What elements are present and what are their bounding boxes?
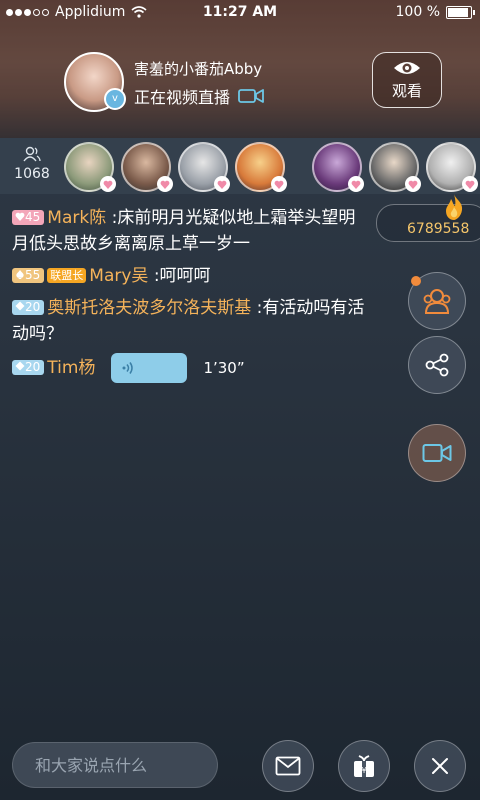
status-bar: Applidium 11:27 AM 100 % — [0, 0, 480, 26]
video-camera-icon — [422, 444, 452, 462]
viewer-avatar[interactable] — [312, 142, 364, 192]
verified-badge-icon: v — [104, 88, 126, 110]
watch-button[interactable]: 观看 — [372, 52, 442, 108]
close-button[interactable] — [414, 740, 466, 792]
chat-input[interactable]: 和大家说点什么 — [12, 742, 218, 788]
battery-icon — [446, 5, 475, 19]
live-status: 正在视频直播 — [134, 84, 264, 108]
heart-icon — [271, 176, 287, 192]
viewer-avatars — [62, 142, 480, 192]
chat-message: 45 Mark陈 :床前明月光疑似地上霜举头望明月低头思故乡离离原上草一岁一 — [12, 205, 372, 257]
video-call-button[interactable] — [408, 424, 466, 482]
viewer-avatar[interactable] — [64, 142, 116, 192]
envelope-icon — [275, 756, 301, 776]
level-number: 45 — [25, 210, 41, 224]
chat-message: 55 联盟长 Mary吴 :呵呵呵 — [12, 263, 372, 289]
level-badge: 20 — [12, 300, 45, 315]
chat-username[interactable]: Mary吴 — [89, 266, 148, 286]
level-badge: 45 — [12, 210, 45, 225]
level-number: 55 — [25, 268, 41, 282]
sound-wave-icon — [122, 362, 134, 374]
level-badge: 20 — [12, 360, 45, 375]
viewer-avatar[interactable] — [235, 142, 287, 192]
level-badge: 55 — [12, 268, 45, 283]
host-name: 害羞的小番茄Abby — [134, 60, 263, 78]
level-number: 20 — [25, 360, 41, 374]
chat-username[interactable]: 奥斯托洛夫波多尔洛夫斯基 — [47, 298, 251, 318]
svg-text:¥: ¥ — [361, 766, 366, 775]
viewer-count[interactable]: 1068 — [10, 146, 54, 182]
share-button[interactable] — [408, 336, 466, 394]
heart-icon — [462, 176, 478, 192]
voice-play-button[interactable] — [111, 353, 188, 383]
viewer-avatar[interactable] — [121, 142, 173, 192]
battery-group: 100 % — [395, 4, 475, 20]
voice-duration: 1’30” — [203, 359, 245, 377]
level-number: 20 — [25, 300, 41, 314]
heart-icon — [100, 176, 116, 192]
battery-label: 100 % — [395, 4, 440, 20]
heart-icon — [15, 212, 25, 221]
chat-username[interactable]: Tim杨 — [47, 358, 95, 378]
chat-message: 20 奥斯托洛夫波多尔洛夫斯基 :有活动吗有活动吗？ — [12, 295, 372, 347]
chat-username[interactable]: Mark陈 — [47, 208, 106, 228]
close-icon — [432, 758, 448, 774]
viewer-avatar[interactable] — [426, 142, 478, 192]
viewer-avatar[interactable] — [178, 142, 230, 192]
flame-icon — [446, 194, 463, 220]
video-camera-icon — [238, 89, 264, 103]
diamond-icon — [15, 361, 25, 371]
league-leader-badge: 联盟长 — [47, 268, 87, 283]
viewer-strip: 1068 — [0, 138, 480, 194]
heart-icon — [348, 176, 364, 192]
heart-icon — [214, 176, 230, 192]
viewer-count-number: 1068 — [14, 166, 50, 182]
gift-button[interactable]: ¥ — [338, 740, 390, 792]
voice-message: 20 Tim杨 1’30” — [12, 353, 372, 383]
share-icon — [425, 353, 449, 377]
heart-icon — [157, 176, 173, 192]
diamond-icon — [15, 301, 25, 311]
eye-icon — [394, 61, 420, 74]
people-icon — [23, 146, 41, 162]
viewer-avatar[interactable] — [369, 142, 421, 192]
spade-icon — [16, 270, 24, 279]
chat-list: 45 Mark陈 :床前明月光疑似地上霜举头望明月低头思故乡离离原上草一岁一 55… — [12, 205, 372, 389]
message-button[interactable] — [262, 740, 314, 792]
notification-dot — [411, 276, 421, 286]
hotness-value: 6789558 — [407, 221, 470, 237]
heart-icon — [405, 176, 421, 192]
gift-icon: ¥ — [354, 755, 374, 777]
live-status-text: 正在视频直播 — [134, 88, 231, 107]
chat-text: :呵呵呵 — [148, 266, 211, 286]
group-icon — [423, 289, 451, 314]
watch-label: 观看 — [391, 81, 422, 100]
